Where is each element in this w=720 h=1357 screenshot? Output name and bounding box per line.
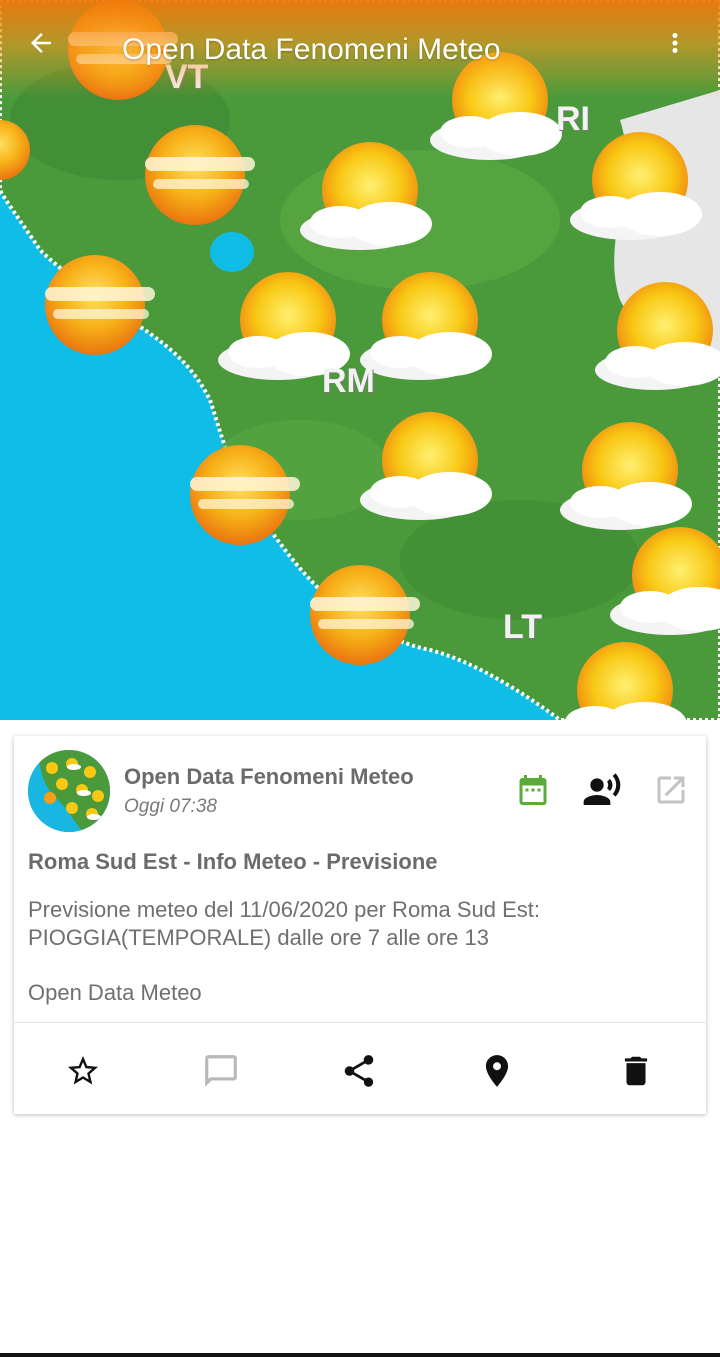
map-label-rm: RM bbox=[322, 362, 375, 400]
screen-bottom-edge bbox=[0, 1353, 720, 1357]
favorite-button[interactable] bbox=[61, 1049, 105, 1093]
overflow-menu-button[interactable] bbox=[660, 28, 704, 72]
back-button[interactable] bbox=[26, 28, 70, 72]
news-body-line: PIOGGIA(TEMPORALE) dalle ore 7 alle ore … bbox=[28, 925, 489, 950]
share-button[interactable] bbox=[337, 1049, 381, 1093]
delete-icon bbox=[624, 1056, 648, 1086]
news-card: Open Data Fenomeni Meteo Oggi 07:38 Roma… bbox=[14, 736, 706, 1114]
calendar-icon bbox=[519, 775, 547, 805]
news-headline: Roma Sud Est - Info Meteo - Previsione bbox=[28, 849, 438, 874]
more-vert-icon bbox=[672, 33, 678, 53]
news-body: Previsione meteo del 11/06/2020 per Roma… bbox=[28, 896, 688, 952]
card-divider bbox=[14, 1022, 706, 1023]
weather-map-image: VT RI RM LT Open Data Fenomeni Meteo bbox=[0, 0, 720, 720]
open-external-button[interactable] bbox=[651, 770, 691, 810]
comment-button[interactable] bbox=[199, 1049, 243, 1093]
calendar-button[interactable] bbox=[513, 770, 553, 810]
source-avatar bbox=[28, 750, 110, 832]
map-label-ri: RI bbox=[556, 100, 590, 138]
open-external-icon bbox=[657, 776, 685, 804]
news-body-line: Previsione meteo del 11/06/2020 per Roma… bbox=[28, 897, 541, 922]
app-bar: Open Data Fenomeni Meteo bbox=[0, 0, 720, 98]
news-source-label: Open Data Meteo bbox=[28, 980, 202, 1005]
location-pin-icon bbox=[485, 1055, 509, 1087]
share-icon bbox=[344, 1055, 374, 1087]
comment-icon bbox=[205, 1055, 237, 1087]
arrow-back-icon bbox=[31, 33, 51, 53]
delete-button[interactable] bbox=[614, 1049, 658, 1093]
location-button[interactable] bbox=[475, 1049, 519, 1093]
app-title: Open Data Fenomeni Meteo bbox=[122, 33, 501, 66]
map-label-lt: LT bbox=[503, 608, 543, 646]
timestamp: Oggi 07:38 bbox=[124, 796, 217, 817]
star-icon bbox=[68, 1056, 98, 1085]
source-name: Open Data Fenomeni Meteo bbox=[124, 764, 414, 789]
text-to-speech-button[interactable] bbox=[582, 770, 622, 810]
record-voice-icon bbox=[583, 773, 621, 805]
